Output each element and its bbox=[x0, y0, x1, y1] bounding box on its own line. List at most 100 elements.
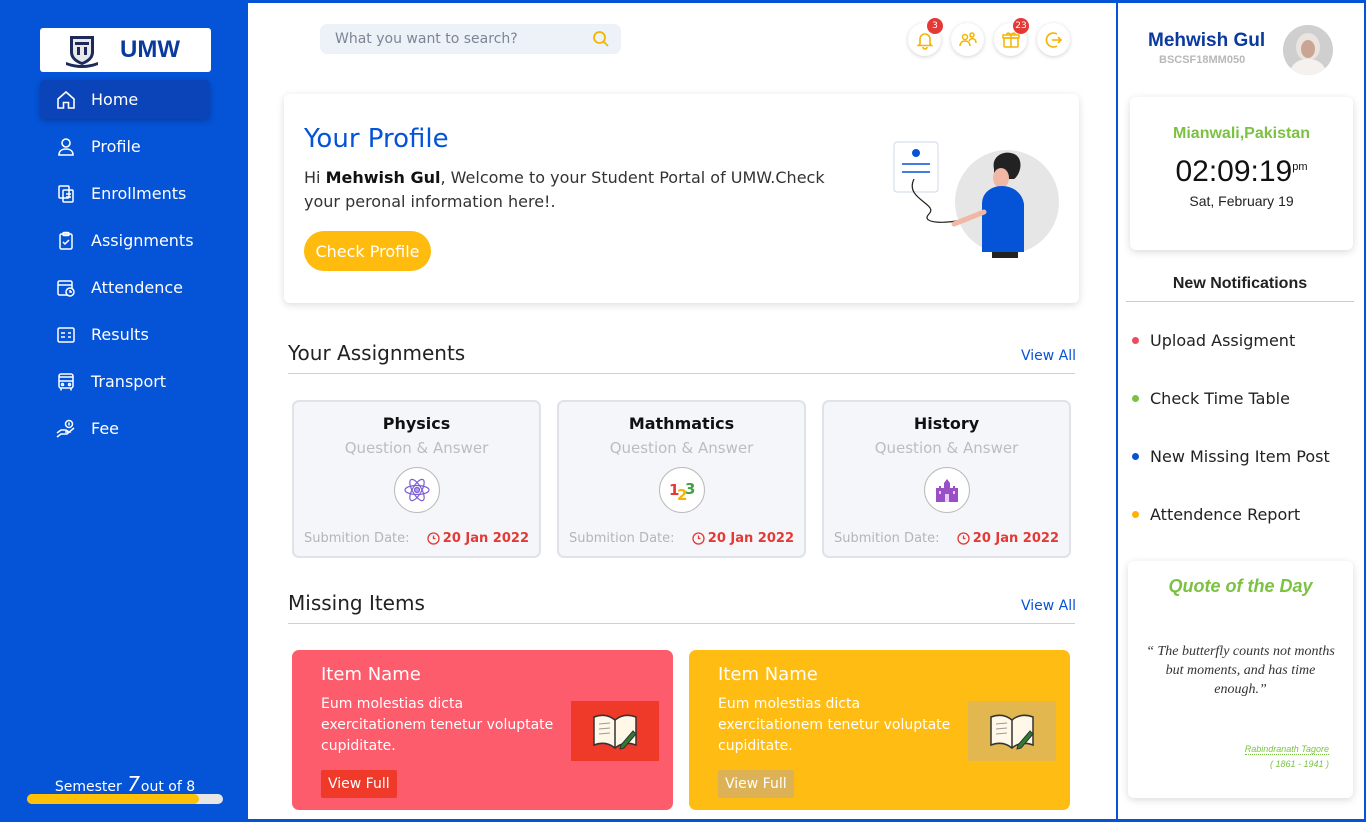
submission-date: 20 Jan 2022 bbox=[427, 531, 529, 546]
brand-logo[interactable]: UMW bbox=[40, 28, 211, 72]
clock-time-value: 02:09:19 bbox=[1175, 155, 1293, 188]
notification-item[interactable]: Check Time Table bbox=[1132, 389, 1290, 408]
logout-button[interactable] bbox=[1037, 23, 1070, 56]
missing-items-view-all-link[interactable]: View All bbox=[1021, 598, 1076, 614]
notification-label: Check Time Table bbox=[1150, 389, 1290, 408]
semester-label: Semester 7out of 8 bbox=[27, 772, 223, 796]
clock-icon bbox=[957, 532, 970, 545]
profile-card: Your Profile Hi Mehwish Gul, Welcome to … bbox=[284, 94, 1079, 303]
sidebar-item-results[interactable]: Results bbox=[40, 315, 210, 354]
check-profile-button[interactable]: Check Profile bbox=[304, 231, 431, 271]
assignment-card-physics[interactable]: Physics Question & Answer Submition Date… bbox=[292, 400, 541, 558]
quote-author: Rabindranath Tagore bbox=[1244, 744, 1329, 755]
submission-date: 20 Jan 2022 bbox=[957, 531, 1059, 546]
clock-time: 02:09:19pm bbox=[1130, 155, 1353, 189]
submission-date: 20 Jan 2022 bbox=[692, 531, 794, 546]
gifts-button[interactable]: 23 bbox=[994, 18, 1029, 56]
notification-item[interactable]: New Missing Item Post bbox=[1132, 447, 1330, 466]
sidebar-item-label: Enrollments bbox=[91, 184, 187, 203]
missing-items-title: Missing Items bbox=[288, 591, 425, 615]
castle-icon bbox=[935, 479, 958, 502]
assignment-icon-wrapper bbox=[923, 467, 970, 513]
clock-icon bbox=[427, 532, 440, 545]
profile-card-message: Hi Mehwish Gul, Welcome to your Student … bbox=[304, 166, 864, 214]
missing-item-card: Item Name Eum molestias dicta exercitati… bbox=[689, 650, 1070, 810]
view-full-button[interactable]: View Full bbox=[321, 770, 397, 798]
notification-item[interactable]: Upload Assigment bbox=[1132, 331, 1295, 350]
clock-ampm: pm bbox=[1292, 161, 1308, 173]
sidebar-item-label: Results bbox=[91, 325, 149, 344]
assignment-subject: Mathmatics bbox=[628, 414, 735, 433]
submission-date-label: Submition Date: bbox=[834, 531, 940, 546]
notification-item[interactable]: Attendence Report bbox=[1132, 505, 1300, 524]
home-icon bbox=[57, 90, 75, 109]
profile-illustration bbox=[893, 141, 1059, 258]
university-crest-icon bbox=[66, 36, 98, 68]
clock-city: Mianwali,Pakistan bbox=[1173, 125, 1310, 142]
community-button[interactable] bbox=[951, 23, 984, 56]
search-input[interactable] bbox=[335, 31, 575, 47]
quote-card: Quote of the Day “ The butterfly counts … bbox=[1128, 561, 1353, 798]
sidebar-item-label: Home bbox=[91, 90, 139, 109]
sidebar-item-assignments[interactable]: Assignments bbox=[40, 221, 210, 260]
search-icon[interactable] bbox=[592, 30, 610, 48]
notification-badge: 3 bbox=[927, 18, 943, 34]
avatar[interactable] bbox=[1283, 25, 1333, 75]
sidebar-nav: Home Profile Enrollments Assignments Att… bbox=[40, 80, 210, 456]
sidebar-item-enrollments[interactable]: Enrollments bbox=[40, 174, 210, 213]
user-id: BSCSF18MM050 bbox=[1159, 54, 1246, 66]
right-panel: Mehwish Gul BSCSF18MM050 Mianwali,Pakist… bbox=[1118, 3, 1364, 819]
missing-item-title: Item Name bbox=[321, 664, 421, 685]
student-name: Mehwish Gul bbox=[325, 168, 441, 187]
greeting-text: Hi bbox=[304, 168, 321, 187]
sidebar-item-label: Assignments bbox=[91, 231, 194, 250]
sidebar-item-label: Transport bbox=[91, 372, 167, 391]
sidebar-item-label: Fee bbox=[91, 419, 120, 438]
assignments-view-all-link[interactable]: View All bbox=[1021, 348, 1076, 364]
bus-icon bbox=[58, 372, 74, 390]
assignment-type: Question & Answer bbox=[874, 439, 1019, 457]
assignment-date-row: Submition Date: 20 Jan 2022 bbox=[304, 531, 529, 546]
sidebar-item-label: Attendence bbox=[91, 278, 183, 297]
main-content: 3 23 Your Profile Hi Mehwish Gul, Welcom… bbox=[248, 3, 1116, 819]
notifications-divider bbox=[1126, 301, 1354, 302]
section-divider bbox=[288, 373, 1075, 374]
assignment-icon-wrapper bbox=[393, 467, 440, 513]
assignment-date-row: Submition Date: 20 Jan 2022 bbox=[569, 531, 794, 546]
semester-prefix: Semester bbox=[54, 779, 122, 795]
semester-progress-bar bbox=[27, 794, 223, 804]
sidebar: UMW Home Profile Enrollments Assignments… bbox=[0, 0, 248, 822]
quote-title: Quote of the Day bbox=[1168, 576, 1313, 596]
notifications-title: New Notifications bbox=[1172, 275, 1308, 292]
sidebar-item-transport[interactable]: Transport bbox=[40, 362, 210, 401]
clipboard-icon bbox=[59, 231, 73, 250]
assignment-icon-wrapper: 1 2 3 bbox=[658, 467, 705, 513]
assignment-card-history[interactable]: History Question & Answer Submition Date… bbox=[822, 400, 1071, 558]
submission-date-label: Submition Date: bbox=[304, 531, 410, 546]
header-actions: 3 23 bbox=[908, 18, 1080, 56]
submission-date-value: 20 Jan 2022 bbox=[442, 531, 529, 546]
missing-item-image bbox=[968, 701, 1056, 761]
logout-icon bbox=[1045, 31, 1062, 48]
brand-name: UMW bbox=[120, 36, 180, 63]
notification-dot bbox=[1132, 395, 1139, 402]
atom-icon bbox=[403, 478, 430, 502]
notifications-button[interactable]: 3 bbox=[908, 18, 943, 56]
sidebar-item-profile[interactable]: Profile bbox=[40, 127, 210, 166]
missing-item-card: Item Name Eum molestias dicta exercitati… bbox=[292, 650, 673, 810]
semester-suffix: out of 8 bbox=[140, 779, 196, 795]
sidebar-item-home[interactable]: Home bbox=[40, 80, 210, 119]
notification-dot bbox=[1132, 337, 1139, 344]
semester-progress-fill bbox=[27, 794, 199, 804]
enrollments-icon bbox=[58, 184, 74, 203]
notification-label: New Missing Item Post bbox=[1150, 447, 1330, 466]
assignment-subject: History bbox=[913, 414, 980, 433]
sidebar-item-attendence[interactable]: Attendence bbox=[40, 268, 210, 307]
missing-item-description: Eum molestias dicta exercitationem tenet… bbox=[718, 696, 951, 754]
submission-date-label: Submition Date: bbox=[569, 531, 675, 546]
users-icon bbox=[958, 31, 977, 46]
sidebar-item-fee[interactable]: Fee bbox=[40, 409, 210, 448]
assignment-card-mathmatics[interactable]: Mathmatics Question & Answer 1 2 3 Submi… bbox=[557, 400, 806, 558]
missing-item-description: Eum molestias dicta exercitationem tenet… bbox=[321, 696, 554, 754]
view-full-button[interactable]: View Full bbox=[718, 770, 794, 798]
